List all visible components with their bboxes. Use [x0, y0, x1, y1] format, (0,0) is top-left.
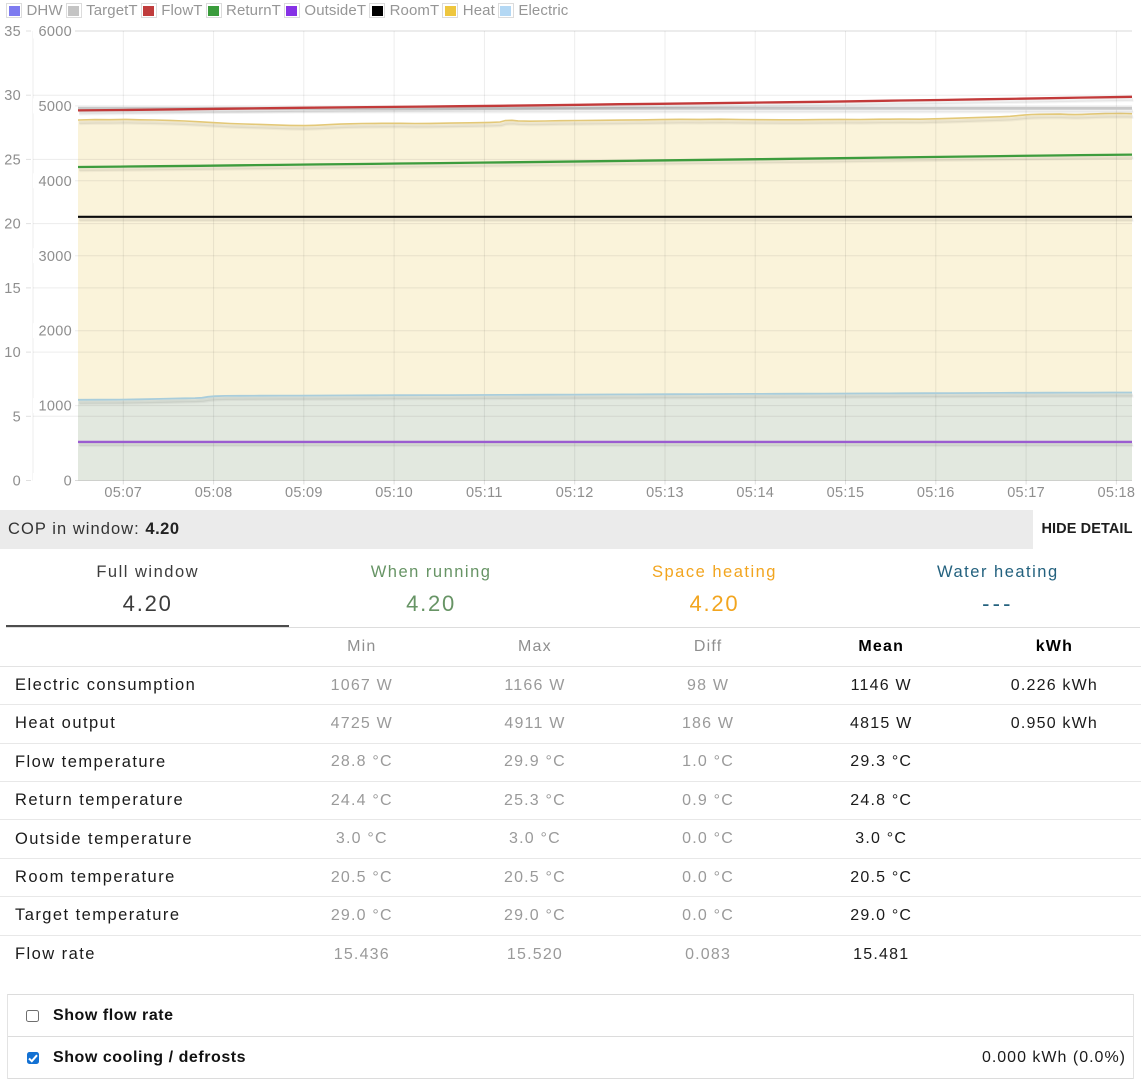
svg-text:0: 0: [64, 474, 72, 490]
svg-text:05:16: 05:16: [917, 485, 955, 501]
svg-text:5: 5: [13, 409, 21, 425]
svg-text:05:12: 05:12: [556, 485, 594, 501]
svg-text:05:08: 05:08: [195, 485, 233, 501]
svg-text:05:11: 05:11: [466, 485, 503, 501]
svg-text:05:07: 05:07: [104, 485, 142, 501]
svg-text:5000: 5000: [39, 99, 72, 115]
svg-text:25: 25: [4, 152, 21, 168]
svg-text:05:18: 05:18: [1098, 485, 1136, 501]
svg-text:3000: 3000: [39, 249, 72, 265]
svg-text:1000: 1000: [39, 399, 72, 415]
svg-text:20: 20: [4, 217, 21, 233]
svg-text:05:09: 05:09: [285, 485, 323, 501]
svg-text:05:17: 05:17: [1007, 485, 1045, 501]
svg-text:6000: 6000: [39, 24, 72, 40]
svg-text:15: 15: [4, 281, 21, 297]
svg-text:05:10: 05:10: [375, 485, 413, 501]
svg-text:2000: 2000: [39, 324, 72, 340]
svg-text:30: 30: [4, 88, 21, 104]
svg-text:05:14: 05:14: [736, 485, 774, 501]
svg-text:4000: 4000: [39, 174, 72, 190]
svg-text:0: 0: [13, 474, 21, 490]
svg-text:05:15: 05:15: [827, 485, 865, 501]
svg-text:35: 35: [4, 24, 21, 40]
svg-text:10: 10: [4, 345, 21, 361]
svg-text:05:13: 05:13: [646, 485, 684, 501]
